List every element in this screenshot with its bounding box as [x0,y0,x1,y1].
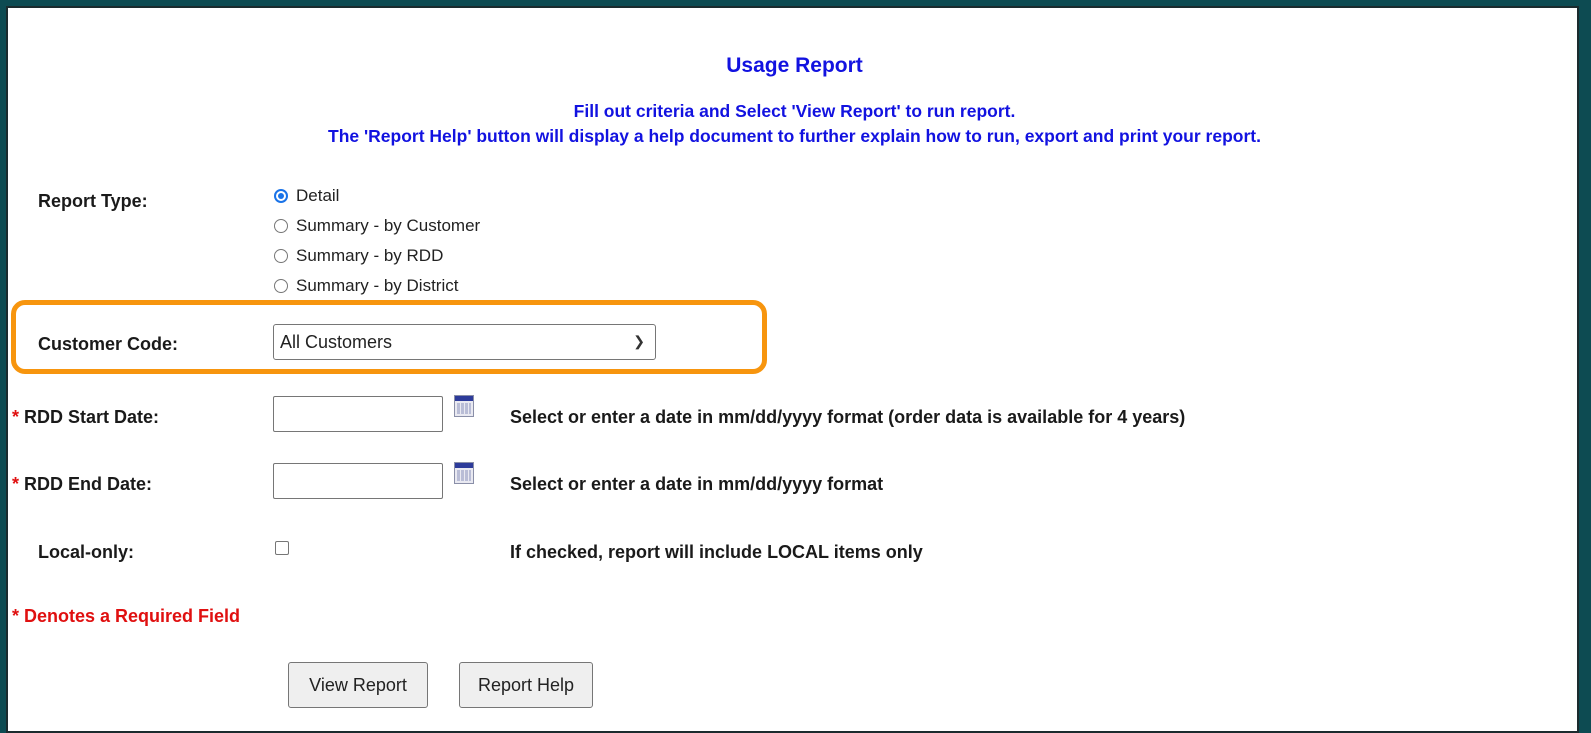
radio-option-detail[interactable]: Detail [274,186,339,206]
rdd-end-label-row: * RDD End Date: [12,474,152,495]
radio-option-summary-rdd[interactable]: Summary - by RDD [274,246,443,266]
instruction-line-2: The 'Report Help' button will display a … [328,126,1261,146]
page-title: Usage Report [726,54,863,77]
local-only-checkbox[interactable] [275,541,289,555]
radio-label-summary-district: Summary - by District [296,276,459,295]
radio-button-summary-rdd[interactable] [274,249,288,263]
required-asterisk: * [12,407,20,427]
instruction-line-1: Fill out criteria and Select 'View Repor… [573,101,1016,121]
rdd-end-label: RDD End Date: [24,474,153,494]
required-field-note: * Denotes a Required Field [12,606,241,626]
report-panel: Usage Report Fill out criteria and Selec… [6,6,1579,733]
rdd-start-label-row: * RDD Start Date: [12,407,159,428]
radio-label-detail: Detail [296,186,340,205]
radio-option-summary-district[interactable]: Summary - by District [274,276,458,296]
radio-button-detail[interactable] [274,189,288,203]
local-only-hint: If checked, report will include LOCAL it… [510,542,923,562]
report-help-button[interactable]: Report Help [459,662,593,708]
radio-label-summary-rdd: Summary - by RDD [296,246,444,265]
rdd-start-input[interactable] [273,396,443,432]
radio-button-summary-district[interactable] [274,279,288,293]
rdd-start-label: RDD Start Date: [24,407,160,427]
calendar-icon[interactable] [454,395,474,417]
rdd-end-hint: Select or enter a date in mm/dd/yyyy for… [510,474,884,494]
required-asterisk: * [12,474,20,494]
rdd-end-input[interactable] [273,463,443,499]
view-report-button[interactable]: View Report [288,662,428,708]
local-only-label: Local-only: [38,542,135,562]
radio-option-summary-customer[interactable]: Summary - by Customer [274,216,480,236]
customer-code-highlight [11,300,767,374]
report-type-label: Report Type: [38,191,148,211]
calendar-icon[interactable] [454,462,474,484]
radio-label-summary-customer: Summary - by Customer [296,216,481,235]
radio-button-summary-customer[interactable] [274,219,288,233]
rdd-start-hint: Select or enter a date in mm/dd/yyyy for… [510,407,1186,427]
